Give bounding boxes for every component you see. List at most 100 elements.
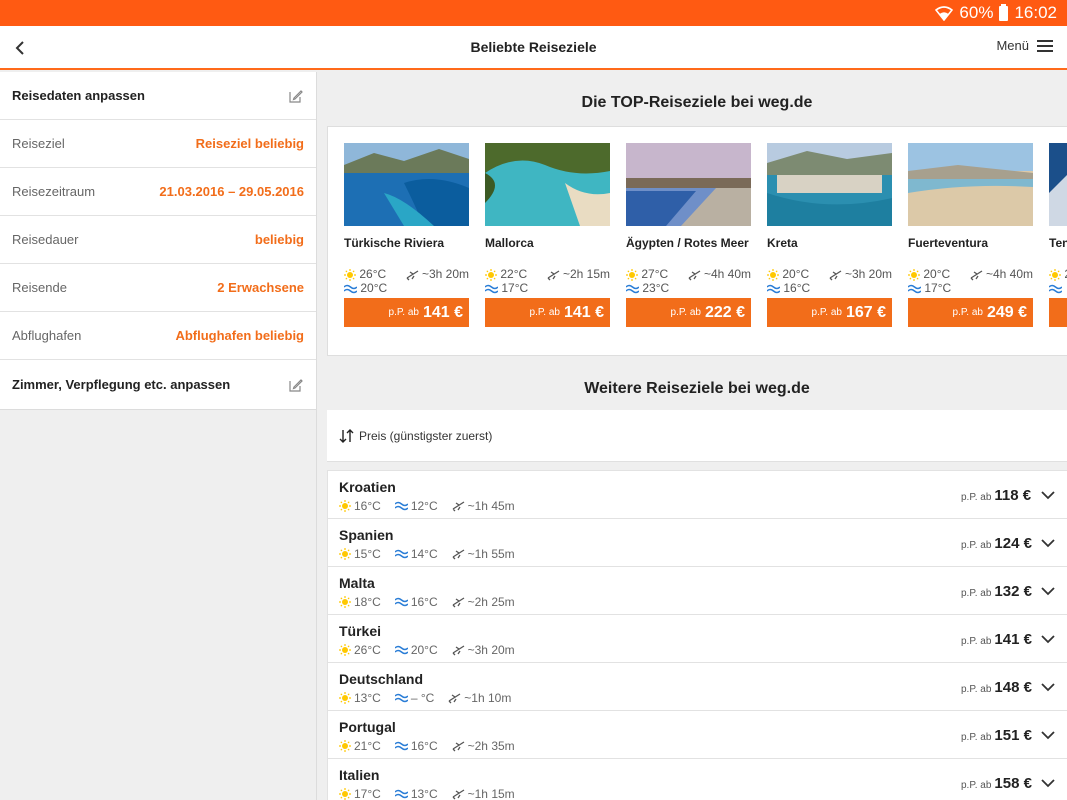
chevron-down-icon[interactable]	[1040, 681, 1056, 693]
destination-water: 23°C	[626, 282, 751, 295]
chevron-left-icon	[15, 41, 24, 55]
edit-icon	[289, 378, 303, 392]
plane-icon	[452, 741, 464, 752]
chevron-down-icon[interactable]	[1040, 537, 1056, 549]
filter-departure-airport[interactable]: Abflughafen Abflughafen beliebig	[0, 312, 316, 360]
filter-label: Reisende	[12, 280, 67, 295]
destination-weather: 20°C ~3h 20m	[767, 267, 892, 282]
price-amount: 151 €	[994, 727, 1032, 744]
menu-label: Menü	[996, 38, 1029, 53]
country-meta: 26°C 20°C ~3h 20m	[339, 643, 515, 657]
water-icon	[394, 501, 408, 511]
top-destinations-carousel[interactable]: Türkische Riviera 26°C ~3h 20m 20°C p.P.…	[327, 126, 1067, 356]
sun-icon	[767, 268, 779, 281]
destination-card[interactable]: Türkische Riviera 26°C ~3h 20m 20°C p.P.…	[344, 143, 469, 327]
price-prefix: p.P. ab	[529, 307, 560, 318]
destination-card[interactable]: Fuerteventura 20°C ~4h 40m 17°C p.P. ab 2…	[908, 143, 1033, 327]
destination-water	[1049, 282, 1067, 295]
water-temperature: 17°C	[501, 281, 529, 295]
water-icon	[394, 645, 408, 655]
flight-duration: ~2h 15m	[562, 267, 610, 281]
destination-photo	[344, 143, 469, 226]
water-icon	[485, 284, 498, 294]
price-amount: 118 €	[994, 487, 1032, 504]
water-temperature: 20°C	[360, 281, 388, 295]
wifi-icon	[935, 6, 954, 21]
country-name: Kroatien	[339, 479, 396, 495]
chevron-down-icon[interactable]	[1040, 585, 1056, 597]
destination-name: Kreta	[767, 236, 798, 250]
country-meta: 16°C 12°C ~1h 45m	[339, 499, 515, 513]
water-temperature: 14°C	[410, 547, 438, 561]
price-amount: 158 €	[994, 775, 1032, 792]
list-item[interactable]: Malta 18°C 16°C ~2h 25m p.P. ab 132 €	[327, 566, 1067, 614]
price-amount: 124 €	[994, 535, 1032, 552]
price-button[interactable]	[1049, 298, 1067, 327]
list-item[interactable]: Italien 17°C 13°C ~1h 15m p.P. ab 158 €	[327, 758, 1067, 800]
sort-selector[interactable]: Preis (günstigster zuerst)	[327, 410, 1067, 462]
edit-travel-data-row[interactable]: Reisedaten anpassen	[0, 72, 316, 120]
chevron-down-icon[interactable]	[1040, 777, 1056, 789]
sun-icon	[908, 268, 920, 281]
price-prefix: p.P. ab	[670, 307, 701, 318]
destination-photo	[1049, 143, 1067, 226]
price-prefix: p.P. ab	[961, 492, 992, 503]
country-meta: 13°C – °C ~1h 10m	[339, 691, 511, 705]
flight-duration: ~3h 20m	[844, 267, 892, 281]
clock: 16:02	[1014, 3, 1057, 22]
water-icon	[394, 693, 408, 703]
filter-travel-duration[interactable]: Reisedauer beliebig	[0, 216, 316, 264]
menu-button[interactable]: Menü	[996, 38, 1053, 53]
water-temperature: 17°C	[924, 281, 952, 295]
flight-duration: ~1h 45m	[467, 499, 515, 513]
flight-duration: ~1h 15m	[467, 787, 515, 800]
price-button[interactable]: p.P. ab 167 €	[767, 298, 892, 327]
list-item[interactable]: Portugal 21°C 16°C ~2h 35m p.P. ab 151 €	[327, 710, 1067, 758]
water-icon	[626, 284, 639, 294]
flight-duration: ~3h 20m	[421, 267, 469, 281]
sun-icon	[339, 500, 351, 512]
sun-icon	[339, 692, 351, 704]
filter-value: 21.03.2016 – 29.05.2016	[159, 184, 304, 199]
edit-icon	[289, 89, 303, 103]
price: p.P. ab 141 €	[961, 631, 1032, 648]
country-name: Portugal	[339, 719, 396, 735]
air-temperature: 22°C	[500, 267, 528, 281]
air-temperature: 20°C	[782, 267, 810, 281]
chevron-down-icon[interactable]	[1040, 729, 1056, 741]
list-item[interactable]: Türkei 26°C 20°C ~3h 20m p.P. ab 141 €	[327, 614, 1067, 662]
price-prefix: p.P. ab	[961, 588, 992, 599]
back-button[interactable]	[10, 36, 34, 60]
list-item[interactable]: Deutschland 13°C – °C ~1h 10m p.P. ab 148…	[327, 662, 1067, 710]
destination-name: Ten	[1049, 236, 1067, 250]
filter-travel-period[interactable]: Reisezeitraum 21.03.2016 – 29.05.2016	[0, 168, 316, 216]
price-amount: 249 €	[986, 303, 1027, 321]
price-button[interactable]: p.P. ab 141 €	[485, 298, 610, 327]
filter-destination[interactable]: Reiseziel Reiseziel beliebig	[0, 120, 316, 168]
water-icon	[394, 597, 408, 607]
edit-room-board-row[interactable]: Zimmer, Verpflegung etc. anpassen	[0, 360, 316, 410]
list-item[interactable]: Spanien 15°C 14°C ~1h 55m p.P. ab 124 €	[327, 518, 1067, 566]
price-button[interactable]: p.P. ab 249 €	[908, 298, 1033, 327]
price-button[interactable]: p.P. ab 141 €	[344, 298, 469, 327]
price: p.P. ab 158 €	[961, 775, 1032, 792]
price-amount: 141 €	[563, 303, 604, 321]
destination-card[interactable]: Ten 2	[1049, 143, 1067, 327]
chevron-down-icon[interactable]	[1040, 633, 1056, 645]
chevron-down-icon[interactable]	[1040, 489, 1056, 501]
list-item[interactable]: Kroatien 16°C 12°C ~1h 45m p.P. ab 118 €	[327, 470, 1067, 518]
water-temperature: 16°C	[410, 739, 438, 753]
destination-card[interactable]: Mallorca 22°C ~2h 15m 17°C p.P. ab 141 €	[485, 143, 610, 327]
price-prefix: p.P. ab	[811, 307, 842, 318]
destination-card[interactable]: Kreta 20°C ~3h 20m 16°C p.P. ab 167 €	[767, 143, 892, 327]
filter-travellers[interactable]: Reisende 2 Erwachsene	[0, 264, 316, 312]
destination-photo	[908, 143, 1033, 226]
price-button[interactable]: p.P. ab 222 €	[626, 298, 751, 327]
water-icon	[394, 549, 408, 559]
flight-duration: ~4h 40m	[703, 267, 751, 281]
destination-weather: 2	[1049, 267, 1067, 282]
sun-icon	[339, 740, 351, 752]
plane-icon	[406, 270, 418, 281]
destination-card[interactable]: Ägypten / Rotes Meer 27°C ~4h 40m 23°C p…	[626, 143, 751, 327]
filter-label: Reisedauer	[12, 232, 79, 247]
